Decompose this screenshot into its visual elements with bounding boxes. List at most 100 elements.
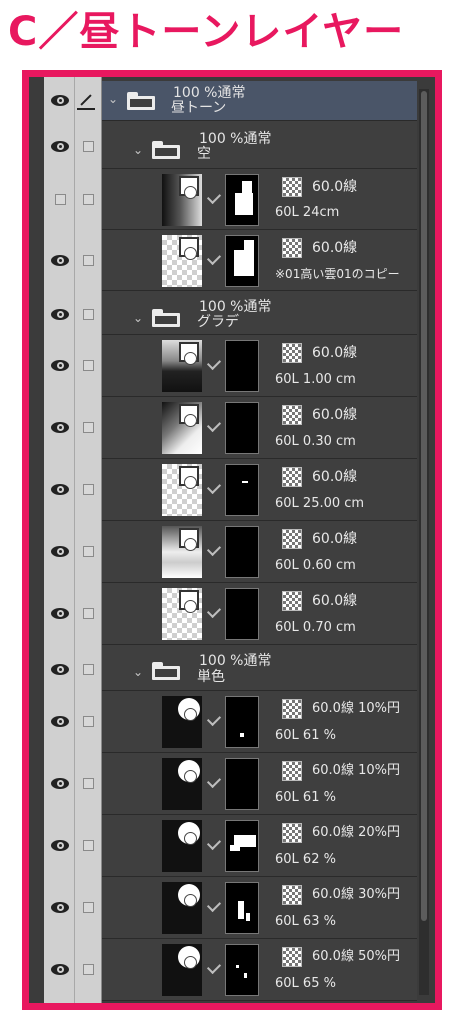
layer-row[interactable]: 60.0線 60L 25.00 cm bbox=[29, 459, 417, 521]
lock-checkbox[interactable] bbox=[83, 778, 94, 789]
eye-icon[interactable] bbox=[51, 964, 69, 975]
layer-name: 60L 61 % bbox=[275, 728, 336, 743]
layer-row[interactable]: 60.0線 60L 24cm bbox=[29, 169, 417, 230]
layer-name: 60L 25.00 cm bbox=[275, 496, 365, 511]
layer-name: 60L 0.30 cm bbox=[275, 434, 356, 449]
layer-panel: ⌄ 100 %通常 昼トーン ⌄ 100 %通常 空 60.0線 60L 24c… bbox=[22, 70, 442, 1010]
folder-opacity: 100 %通常 bbox=[199, 131, 272, 147]
tone-pattern-icon bbox=[282, 177, 302, 197]
lock-checkbox[interactable] bbox=[83, 194, 94, 205]
layer-row[interactable]: 60.0線 50%円 60L 65 % bbox=[29, 939, 417, 1001]
eye-icon[interactable] bbox=[51, 309, 69, 320]
layer-mask-thumbnail bbox=[225, 588, 259, 640]
layer-thumbnail bbox=[162, 340, 202, 392]
layer-mask-thumbnail bbox=[225, 464, 259, 516]
folder-opacity: 100 %通常 bbox=[199, 299, 272, 315]
eye-icon[interactable] bbox=[51, 840, 69, 851]
layer-thumbnail bbox=[162, 402, 202, 454]
layer-name: 60L 0.70 cm bbox=[275, 620, 356, 635]
tone-pattern-icon bbox=[282, 947, 302, 967]
lock-checkbox[interactable] bbox=[83, 255, 94, 266]
lock-checkbox[interactable] bbox=[83, 422, 94, 433]
chevron-down-icon[interactable]: ⌄ bbox=[108, 92, 118, 106]
eye-icon[interactable] bbox=[51, 422, 69, 433]
tone-label: 60.0線 30%円 bbox=[312, 887, 400, 902]
folder-icon bbox=[152, 141, 180, 159]
layer-row[interactable]: 60.0線 60L 0.30 cm bbox=[29, 397, 417, 459]
chevron-down-icon[interactable]: ⌄ bbox=[133, 143, 143, 157]
tone-pattern-icon bbox=[282, 761, 302, 781]
eye-icon[interactable] bbox=[51, 360, 69, 371]
layer-row[interactable]: 60.0線 60L 0.70 cm bbox=[29, 583, 417, 645]
layer-row[interactable]: 60.0線 60L 1.00 cm bbox=[29, 335, 417, 397]
lock-checkbox[interactable] bbox=[83, 484, 94, 495]
eye-icon[interactable] bbox=[51, 484, 69, 495]
layer-thumbnail bbox=[162, 235, 202, 287]
eye-icon[interactable] bbox=[51, 902, 69, 913]
folder-opacity: 100 %通常 bbox=[199, 653, 272, 669]
tone-pattern-icon bbox=[282, 467, 302, 487]
lock-checkbox[interactable] bbox=[83, 360, 94, 371]
layer-row[interactable]: 60.0線 ※01高い雲01のコピー bbox=[29, 230, 417, 291]
layer-mask-thumbnail bbox=[225, 882, 259, 934]
eye-icon[interactable] bbox=[51, 255, 69, 266]
layer-mask-thumbnail bbox=[225, 235, 259, 287]
folder-row-sky[interactable]: ⌄ 100 %通常 空 bbox=[29, 121, 417, 169]
tone-pattern-icon bbox=[282, 823, 302, 843]
row-background bbox=[102, 397, 417, 459]
tone-pattern-icon bbox=[282, 529, 302, 549]
layer-row[interactable]: 60.0線 30%円 60L 63 % bbox=[29, 877, 417, 939]
layer-thumbnail bbox=[162, 464, 202, 516]
layer-thumbnail bbox=[162, 696, 202, 748]
lock-checkbox[interactable] bbox=[83, 716, 94, 727]
tone-pattern-icon bbox=[282, 238, 302, 258]
layer-mask-thumbnail bbox=[225, 174, 259, 226]
tone-label: 60.0線 bbox=[312, 531, 358, 547]
folder-icon bbox=[127, 92, 155, 110]
folder-row-mono[interactable]: ⌄ 100 %通常 単色 bbox=[29, 645, 417, 691]
lock-checkbox[interactable] bbox=[83, 309, 94, 320]
layer-thumbnail bbox=[162, 526, 202, 578]
layer-name: 60L 24cm bbox=[275, 205, 340, 220]
lock-checkbox[interactable] bbox=[83, 608, 94, 619]
row-background bbox=[102, 583, 417, 645]
folder-icon bbox=[152, 662, 180, 680]
scrollbar-thumb[interactable] bbox=[421, 91, 427, 921]
eye-icon[interactable] bbox=[51, 608, 69, 619]
layer-name: 60L 0.60 cm bbox=[275, 558, 356, 573]
visibility-checkbox[interactable] bbox=[55, 194, 66, 205]
eye-icon[interactable] bbox=[51, 141, 69, 152]
layer-thumbnail bbox=[162, 944, 202, 996]
eye-icon[interactable] bbox=[51, 664, 69, 675]
lock-checkbox[interactable] bbox=[83, 964, 94, 975]
chevron-down-icon[interactable]: ⌄ bbox=[133, 311, 143, 325]
eye-icon[interactable] bbox=[51, 778, 69, 789]
tone-label: 60.0線 bbox=[312, 593, 358, 609]
layer-name: 60L 61 % bbox=[275, 790, 336, 805]
folder-name: 昼トーン bbox=[171, 100, 227, 116]
chevron-down-icon[interactable]: ⌄ bbox=[133, 665, 143, 679]
layer-row[interactable]: 60.0線 20%円 60L 62 % bbox=[29, 815, 417, 877]
tone-pattern-icon bbox=[282, 591, 302, 611]
tone-label: 60.0線 20%円 bbox=[312, 825, 400, 840]
layer-row[interactable]: 60.0線 60L 0.60 cm bbox=[29, 521, 417, 583]
tone-label: 60.0線 bbox=[312, 240, 358, 256]
eye-icon[interactable] bbox=[51, 95, 69, 106]
folder-row-root[interactable]: ⌄ 100 %通常 昼トーン bbox=[29, 81, 417, 121]
layer-row[interactable]: 60.0線 10%円 60L 61 % bbox=[29, 753, 417, 815]
tone-label: 60.0線 bbox=[312, 469, 358, 485]
lock-checkbox[interactable] bbox=[83, 546, 94, 557]
folder-opacity: 100 %通常 bbox=[173, 85, 246, 101]
lock-checkbox[interactable] bbox=[83, 840, 94, 851]
lock-checkbox[interactable] bbox=[83, 141, 94, 152]
eye-icon[interactable] bbox=[51, 546, 69, 557]
layer-thumbnail bbox=[162, 882, 202, 934]
folder-icon bbox=[152, 309, 180, 327]
folder-row-grade[interactable]: ⌄ 100 %通常 グラデ bbox=[29, 291, 417, 335]
row-background bbox=[102, 169, 417, 230]
layer-name: ※01高い雲01のコピー bbox=[275, 267, 400, 281]
lock-checkbox[interactable] bbox=[83, 902, 94, 913]
eye-icon[interactable] bbox=[51, 716, 69, 727]
layer-row[interactable]: 60.0線 10%円 60L 61 % bbox=[29, 691, 417, 753]
lock-checkbox[interactable] bbox=[83, 664, 94, 675]
